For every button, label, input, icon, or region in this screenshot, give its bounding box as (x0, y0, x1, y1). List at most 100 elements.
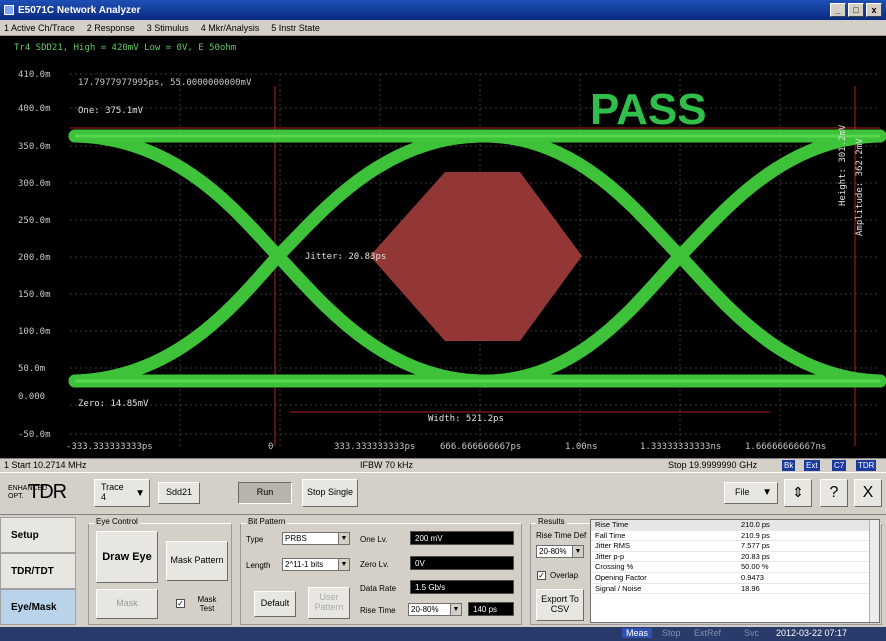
type-select[interactable]: PRBS ▼ (282, 532, 350, 545)
results-title: Results (536, 517, 567, 526)
ifbw: IFBW 70 kHz (360, 460, 414, 470)
result-value: 50.00 % (741, 562, 769, 572)
status-tag: Ext (804, 460, 820, 471)
x-tick: 666.666666667ps (440, 442, 522, 452)
bit-pattern-title: Bit Pattern (246, 517, 288, 526)
run-button[interactable]: Run (238, 482, 292, 504)
status-tag: C7 (832, 460, 847, 471)
status-svc: Svc (744, 628, 760, 638)
tab-eye-mask[interactable]: Eye/Mask (0, 589, 76, 625)
menu-instr-state[interactable]: 5 Instr State (271, 23, 320, 33)
minimize-button[interactable]: _ (830, 3, 846, 17)
tab-setup[interactable]: Setup (0, 517, 76, 553)
result-value: 210.9 ps (741, 530, 770, 540)
length-select[interactable]: 2^11-1 bits ▼ (282, 558, 350, 571)
table-row: Jitter p-p 20.83 ps (591, 552, 879, 563)
default-button[interactable]: Default (254, 591, 296, 617)
y-tick: 100.0m (18, 327, 51, 337)
parameter-button[interactable]: Sdd21 (158, 482, 200, 504)
rise-time-def-select[interactable]: 20-80% ▼ (536, 545, 584, 558)
chevron-down-icon: ▼ (762, 487, 772, 498)
rise-time-field[interactable]: 140 ps (468, 602, 514, 616)
rise-time-mode-select[interactable]: 20-80% ▼ (408, 603, 462, 616)
result-name: Jitter RMS (595, 541, 631, 551)
stop-single-button[interactable]: Stop Single (302, 479, 358, 507)
rise-time-mode-value: 20-80% (411, 605, 439, 614)
rise-time-def-label: Rise Time Def (536, 531, 587, 540)
result-name: Crossing % (595, 562, 634, 572)
logo-text: TDR (28, 481, 67, 503)
one-level-readout: One: 375.1mV (78, 106, 144, 116)
menu-stimulus[interactable]: 3 Stimulus (147, 23, 189, 33)
data-rate-field[interactable]: 1.5 Gb/s (410, 580, 514, 594)
mask-region (370, 172, 582, 341)
network-analyzer-window: E5071C Network Analyzer _ □ x 1 Active C… (0, 0, 886, 641)
logo-caption: ENHANCED OPT. (8, 484, 48, 500)
draw-eye-button[interactable]: Draw Eye (96, 531, 158, 583)
result-name: Opening Factor (595, 572, 647, 582)
y-tick: 200.0m (18, 253, 51, 263)
menu-response[interactable]: 2 Response (87, 23, 135, 33)
mask-test-checkbox[interactable]: ✓ (176, 599, 185, 608)
tdr-toolbar: ENHANCED OPT. TDR Trace 4 ▼ Sdd21 Run St… (0, 472, 886, 514)
maximize-button[interactable]: □ (848, 3, 864, 17)
status-stop: Stop (662, 628, 681, 638)
zero-level-field[interactable]: 0V (410, 556, 514, 570)
tab-tdr-tdt[interactable]: TDR/TDT (0, 553, 76, 589)
length-label: Length (246, 561, 271, 570)
result-name: Jitter p-p (595, 551, 625, 561)
chevron-down-icon: ▼ (572, 546, 583, 557)
up-down-arrow-icon[interactable]: ⇕ (784, 479, 812, 507)
pass-indicator: PASS (590, 85, 707, 134)
trace-value: 4 (101, 492, 107, 502)
x-tick: -333.333333333ps (66, 442, 153, 452)
y-tick: 150.0m (18, 290, 51, 300)
close-window-button[interactable]: x (866, 3, 882, 17)
table-row: Rise Time 210.0 ps (591, 520, 879, 531)
overlap-checkbox[interactable]: ✓ (537, 571, 546, 580)
stop-frequency: Stop 19.9999990 GHz (668, 460, 758, 470)
x-tick: 1.33333333333ns (640, 442, 722, 452)
result-value: 0.9473 (741, 572, 764, 582)
y-tick: 0.000 (18, 392, 46, 402)
close-tdr-button[interactable]: X (854, 479, 882, 507)
length-value: 2^11-1 bits (285, 560, 324, 569)
status-tag: TDR (856, 460, 877, 471)
type-value: PRBS (285, 534, 307, 543)
mask-button[interactable]: Mask (96, 589, 158, 619)
table-row: Signal / Noise 18.96 (591, 584, 879, 595)
table-row: Opening Factor 0.9473 (591, 573, 879, 584)
table-row: Jitter RMS 7.577 ps (591, 541, 879, 552)
result-value: 18.96 (741, 583, 760, 593)
help-button[interactable]: ? (820, 479, 848, 507)
status-extref: ExtRef (694, 628, 722, 638)
x-tick: 1.66666666667ns (745, 442, 827, 452)
chevron-down-icon: ▼ (338, 559, 349, 570)
user-pattern-button[interactable]: User Pattern (308, 587, 350, 619)
rise-time-label: Rise Time (360, 606, 396, 615)
jitter-readout: Jitter: 20.83ps (305, 252, 387, 262)
menu-active-ch-trace[interactable]: 1 Active Ch/Trace (4, 23, 75, 33)
overlap-label: Overlap (550, 571, 579, 580)
result-name: Fall Time (595, 530, 626, 540)
results-table: Rise Time 210.0 ps Fall Time 210.9 ps Jitt… (590, 519, 880, 623)
results-scrollbar[interactable] (869, 520, 879, 622)
eye-diagram-display: PASS Tr4 SDD21, High = 420mV Low = 0V, E… (0, 36, 886, 458)
zero-level-readout: Zero: 14.85mV (78, 399, 149, 409)
mask-pattern-button[interactable]: Mask Pattern (166, 541, 228, 581)
trace-selector[interactable]: Trace 4 ▼ (94, 479, 150, 507)
one-level-field[interactable]: 200 mV (410, 531, 514, 545)
start-frequency: 1 Start 10.2714 MHz (4, 460, 87, 470)
eye-control-title: Eye Control (94, 517, 140, 526)
top-readout: Tr4 SDD21, High = 420mV Low = 0V, E 50oh… (14, 43, 237, 53)
menu-mkr-analysis[interactable]: 4 Mkr/Analysis (201, 23, 260, 33)
result-value: 7.577 ps (741, 541, 770, 551)
y-tick: 300.0m (18, 179, 51, 189)
export-csv-button[interactable]: Export To CSV (536, 589, 584, 621)
chevron-down-icon: ▼ (338, 533, 349, 544)
file-menu-button[interactable]: File ▼ (724, 482, 778, 504)
one-level-label: One Lv. (360, 535, 388, 544)
eye-diagram-plot: PASS (68, 73, 886, 446)
table-row: Crossing % 50.00 % (591, 562, 879, 573)
amplitude-readout: Amplitude: 362.2mV (855, 138, 865, 236)
